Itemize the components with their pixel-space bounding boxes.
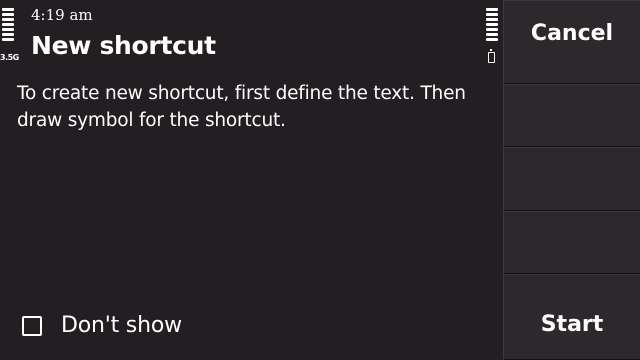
softkey-slot-3[interactable] xyxy=(503,147,640,211)
dont-show-label: Don't show xyxy=(61,313,182,338)
signal-strength-icon xyxy=(2,8,18,43)
start-button[interactable]: Start xyxy=(503,274,640,360)
dialog-title: New shortcut xyxy=(31,31,216,60)
network-type-label: 3.5G xyxy=(0,53,19,62)
softkey-slot-2[interactable] xyxy=(503,83,640,148)
status-clock: 4:19 am xyxy=(31,6,93,24)
cancel-button[interactable]: Cancel xyxy=(503,0,640,84)
dialog-message: To create new shortcut, first define the… xyxy=(17,83,466,131)
dont-show-checkbox[interactable] xyxy=(22,315,42,336)
battery-icon xyxy=(488,49,495,63)
softkey-slot-4[interactable] xyxy=(503,210,640,275)
dont-show-option[interactable]: Don't show xyxy=(22,313,182,338)
battery-level-indicator xyxy=(486,8,502,43)
softkey-column: Cancel Start xyxy=(503,0,640,360)
screen: 3.5G 4:19 am New shortcut To create new … xyxy=(0,0,640,360)
